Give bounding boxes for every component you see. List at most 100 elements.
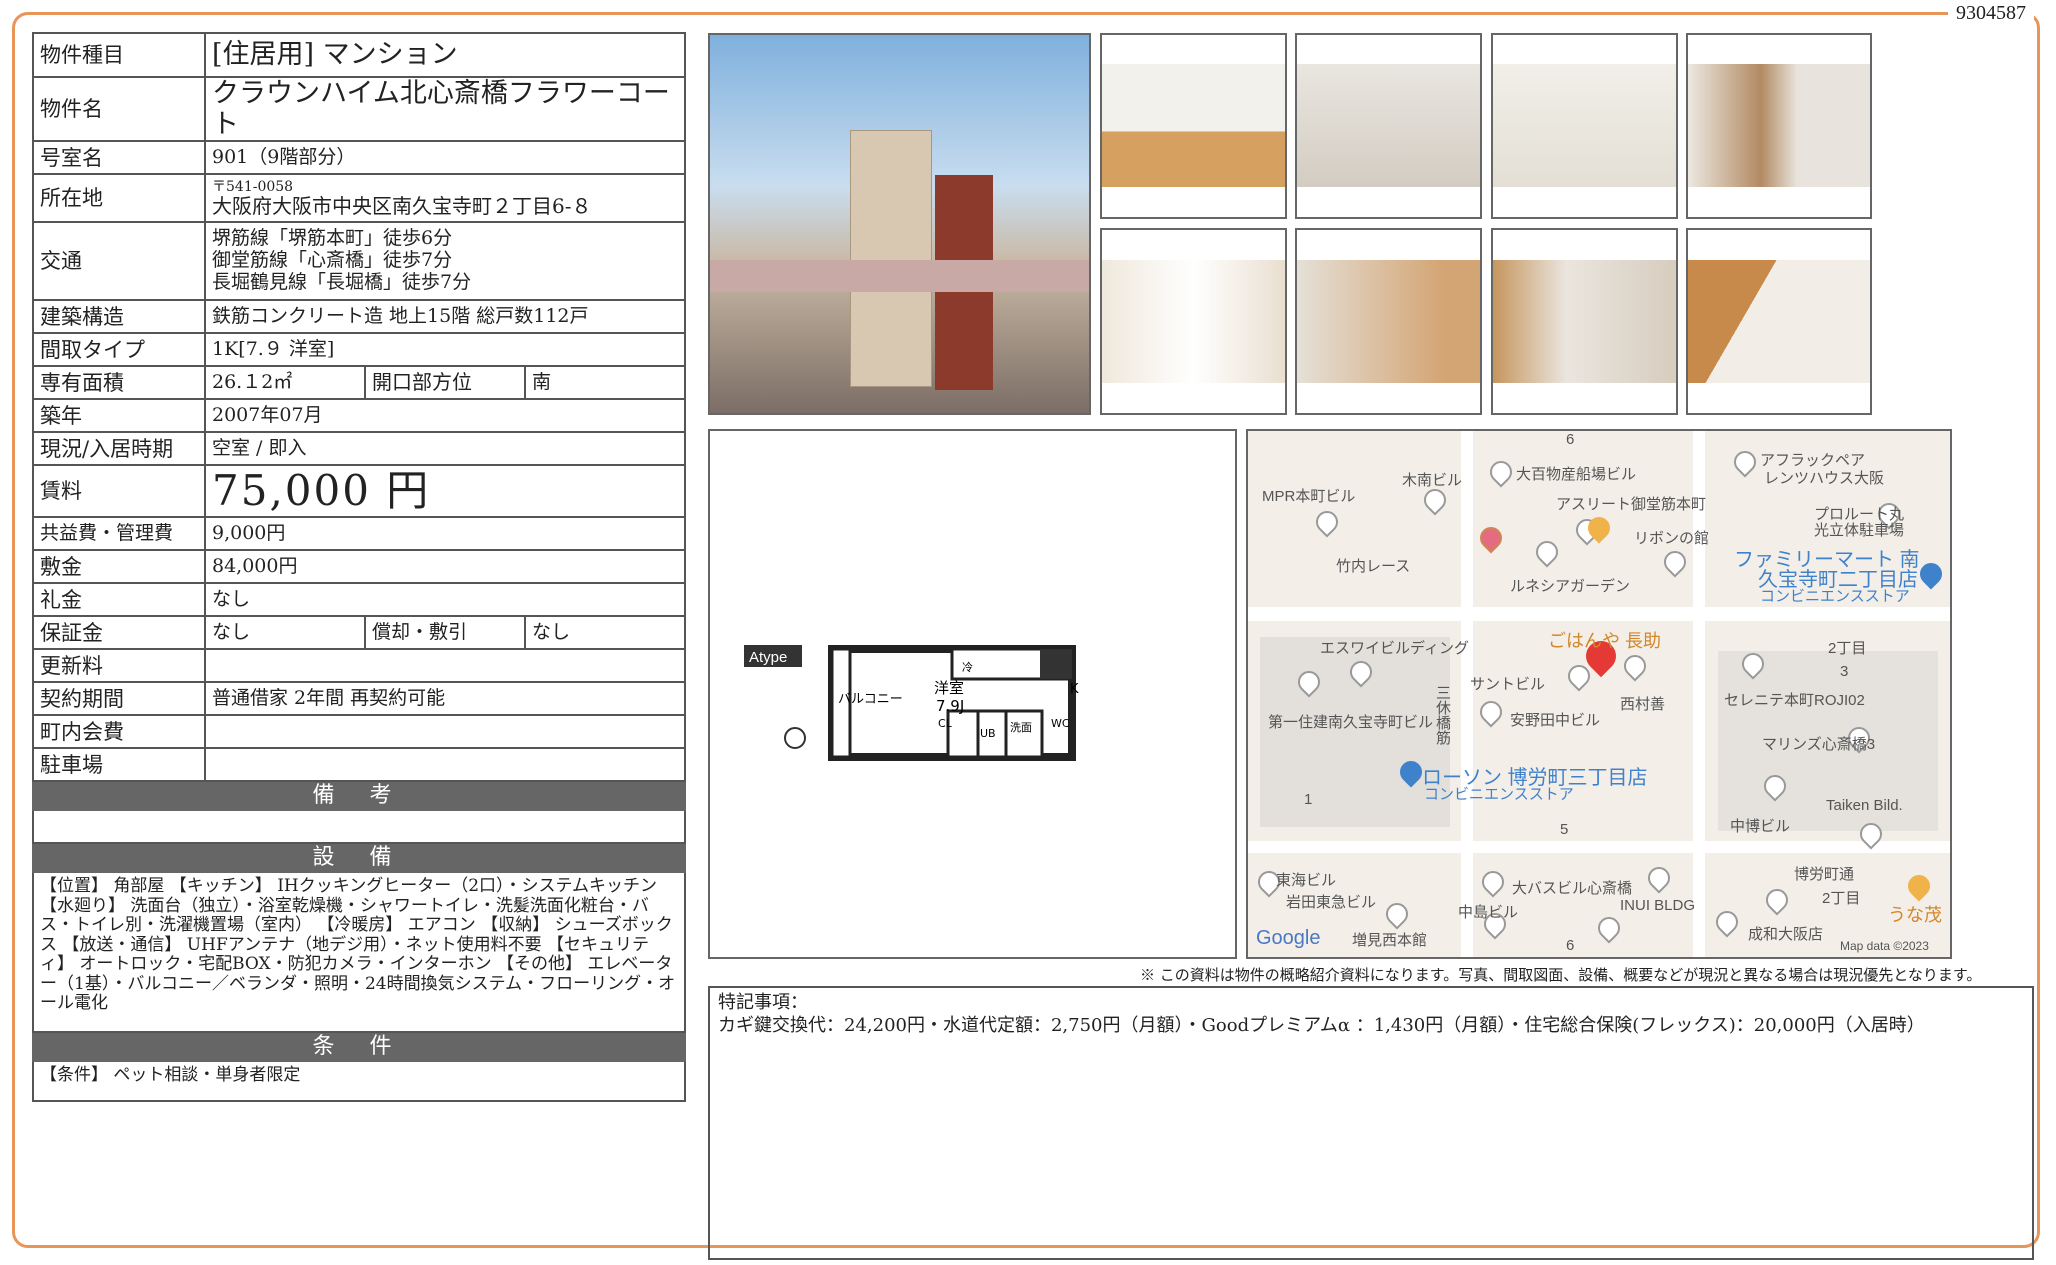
map-label: 木南ビル bbox=[1402, 472, 1463, 489]
transit-line: 御堂筋線「心斎橋」徒歩7分 bbox=[212, 249, 453, 272]
map-pin-icon bbox=[1381, 898, 1413, 930]
renewal-label: 更新料 bbox=[32, 648, 206, 684]
map-pin-icon bbox=[1531, 536, 1563, 568]
remarks-body bbox=[32, 809, 686, 845]
direction-label: 開口部方位 bbox=[364, 365, 526, 401]
map-label: 1 bbox=[1304, 791, 1313, 808]
address-cell: 〒541-0058 大阪府大阪市中央区南久宝寺町２丁目6-８ bbox=[204, 173, 686, 224]
deposit: 84,000円 bbox=[204, 549, 686, 585]
structure: 鉄筋コンクリート造 地上15階 総戸数112戸 bbox=[204, 299, 686, 335]
map-label: レンツハウス大阪 bbox=[1764, 470, 1885, 487]
google-logo: Google bbox=[1256, 927, 1321, 949]
floor-plan: Atype バルコニー 洋室 7.9J 冷 K 洗面 WC CL UB bbox=[708, 429, 1237, 959]
room-photo bbox=[1100, 33, 1287, 219]
map-label: 安野田中ビル bbox=[1510, 712, 1601, 729]
room-number: 901（9階部分） bbox=[204, 140, 686, 176]
bath-photo bbox=[1686, 228, 1872, 415]
map-label: 三休橋筋 bbox=[1434, 685, 1451, 745]
map-pin-icon bbox=[1475, 696, 1507, 728]
map-attribution: Map data ©2023 bbox=[1840, 939, 1929, 953]
map-label: 6 bbox=[1566, 431, 1575, 448]
entrance-photo bbox=[1686, 33, 1872, 219]
key-money-label: 礼金 bbox=[32, 582, 206, 618]
map-pin-icon bbox=[1729, 446, 1761, 478]
notes-title: 特記事項： bbox=[718, 992, 808, 1013]
property-info-table: 物件種目 [住居用] マンション 物件名 クラウンハイム北心斎橋フラワーコート 号室… bbox=[32, 32, 686, 1103]
status-label: 現況/入居時期 bbox=[32, 431, 206, 467]
renewal-fee bbox=[204, 648, 686, 684]
fridge-label: 冷 bbox=[962, 661, 973, 674]
document-number: 9304587 bbox=[1948, 2, 2034, 25]
guarantee-label: 保証金 bbox=[32, 615, 206, 651]
map-pin-icon bbox=[1619, 650, 1651, 682]
map-label: 岩田東急ビル bbox=[1286, 894, 1377, 911]
map-pin-icon bbox=[1659, 546, 1691, 578]
map-label: 西村善 bbox=[1620, 696, 1666, 713]
parking-label: 駐車場 bbox=[32, 747, 206, 783]
map-label: エスワイビルディング bbox=[1320, 640, 1469, 657]
room-size: 7.9J bbox=[936, 697, 964, 715]
map-pin-icon bbox=[1311, 506, 1343, 538]
property-type: [住居用] マンション bbox=[204, 32, 686, 78]
convenience-store-pin-icon bbox=[1915, 558, 1947, 590]
map-label: 博労町通 bbox=[1794, 866, 1855, 883]
fee-label: 共益費・管理費 bbox=[32, 516, 206, 552]
map-label: コンビニエンスストア bbox=[1760, 588, 1910, 605]
equipment-text: 【位置】 角部屋 【キッチン】 IHクッキングヒーター（2口）・システムキッチン… bbox=[32, 871, 686, 1034]
transit-cell: 堺筋線「堺筋本町」徒歩6分 御堂筋線「心斎橋」徒歩7分 長堀鶴見線「長堀橋」徒歩7分 bbox=[204, 221, 686, 302]
restaurant-pin-icon bbox=[1903, 870, 1935, 902]
special-notes-box: 特記事項： カギ鍵交換代：24,200円・水道代定額：2,750円（月額）・Go… bbox=[708, 986, 2034, 1260]
room-label: 洋室 bbox=[934, 679, 964, 697]
map-label: マリンズ心斎橋3 bbox=[1762, 736, 1876, 753]
type-tag: Atype bbox=[749, 649, 787, 666]
built-year: 2007年07月 bbox=[204, 398, 686, 434]
map-label: アスリート御堂筋本町 bbox=[1556, 496, 1707, 513]
map-label: リボンの館 bbox=[1634, 530, 1710, 547]
map-pin-icon bbox=[1711, 906, 1743, 938]
notes-text: カギ鍵交換代：24,200円・水道代定額：2,750円（月額）・Goodプレミア… bbox=[718, 1014, 1925, 1036]
map-pin-icon bbox=[1643, 862, 1675, 894]
washroom-photo bbox=[1491, 228, 1678, 415]
contract-label: 契約期間 bbox=[32, 681, 206, 717]
room-label: 号室名 bbox=[32, 140, 206, 176]
map-label: 第一住建南久宝寺町ビル bbox=[1268, 714, 1434, 731]
transit-label: 交通 bbox=[32, 221, 206, 302]
kitchen-label: K bbox=[1070, 682, 1079, 697]
bath-label: UB bbox=[980, 727, 996, 740]
location-map[interactable]: MPR本町ビル 木南ビル 大百物産船場ビル アスリート御堂筋本町 リボンの館 竹… bbox=[1246, 429, 1952, 959]
toilet-photo bbox=[1295, 228, 1482, 415]
structure-label: 建築構造 bbox=[32, 299, 206, 335]
map-label: 大百物産船場ビル bbox=[1516, 466, 1637, 483]
map-label: うな茂 bbox=[1888, 905, 1942, 925]
closet-photo bbox=[1100, 228, 1287, 415]
map-label: 成和大阪店 bbox=[1748, 926, 1824, 943]
map-label: 東海ビル bbox=[1276, 872, 1337, 889]
guarantee: なし bbox=[204, 615, 366, 651]
key-money: なし bbox=[204, 582, 686, 618]
name-label: 物件名 bbox=[32, 75, 206, 143]
address-label: 所在地 bbox=[32, 173, 206, 224]
map-label: 3 bbox=[1840, 663, 1849, 680]
toilet-label: WC bbox=[1051, 717, 1070, 730]
building-exterior-photo bbox=[708, 33, 1091, 415]
transit-line: 堺筋線「堺筋本町」徒歩6分 bbox=[212, 227, 453, 250]
wash-label: 洗面 bbox=[1010, 721, 1032, 734]
map-pin-icon bbox=[1477, 866, 1509, 898]
town-fee-label: 町内会費 bbox=[32, 714, 206, 750]
postal-code: 〒541-0058 bbox=[212, 178, 294, 195]
deposit-label: 敷金 bbox=[32, 549, 206, 585]
hotel-pin-icon bbox=[1475, 522, 1507, 554]
map-pin-icon bbox=[1593, 912, 1625, 944]
map-label: 増見西本館 bbox=[1352, 932, 1428, 949]
map-label: 中島ビル bbox=[1458, 904, 1519, 921]
disclaimer: ※ この資料は物件の概略紹介資料になります。写真、間取図面、設備、概要などが現況… bbox=[1140, 966, 1982, 984]
status: 空室 / 即入 bbox=[204, 431, 686, 467]
map-label: 2丁目 bbox=[1828, 640, 1867, 657]
type-label: 物件種目 bbox=[32, 32, 206, 78]
map-label: MPR本町ビル bbox=[1262, 488, 1356, 505]
balcony-label: バルコニー bbox=[838, 692, 903, 707]
map-label: ルネシアガーデン bbox=[1510, 578, 1631, 595]
equipment-header: 設 備 bbox=[32, 842, 686, 874]
map-label: ごはんや 長助 bbox=[1548, 631, 1662, 651]
map-pin-icon bbox=[1485, 456, 1517, 488]
